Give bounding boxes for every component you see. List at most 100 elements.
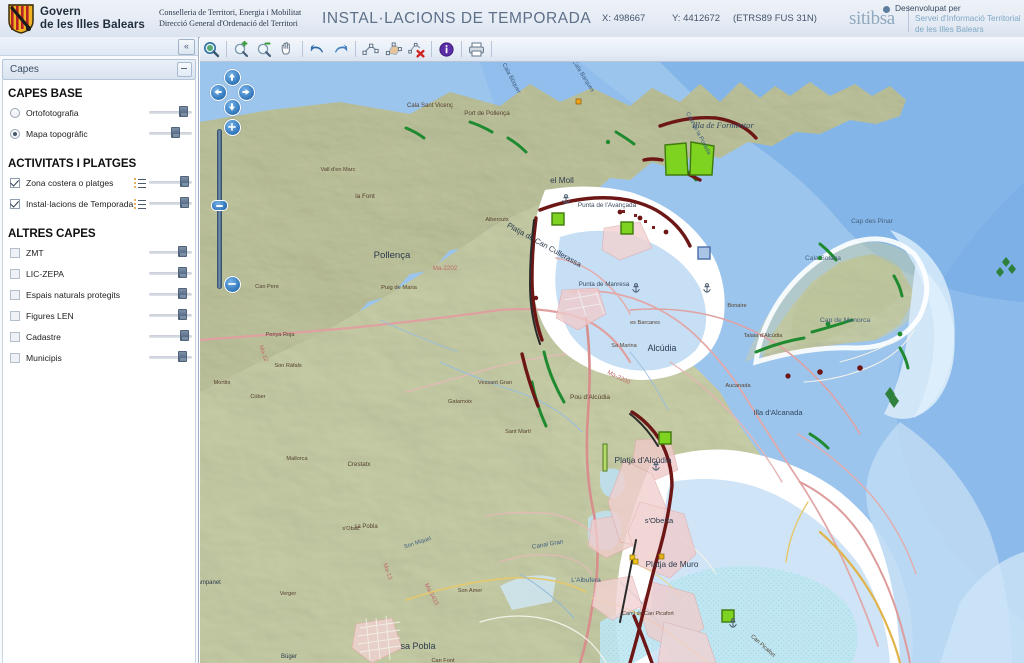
minimize-panel-button[interactable] (177, 62, 192, 77)
map-render: Illa de Formentor el Moll Punta de l'Avanç… (200, 62, 1024, 663)
layer-checkbox[interactable] (10, 352, 20, 363)
measure-distance-icon[interactable] (359, 38, 382, 60)
zoom-full-extent-button[interactable] (224, 119, 241, 136)
opacity-slider-handle[interactable] (179, 106, 188, 117)
legend-icon[interactable] (134, 199, 146, 209)
zoom-slider-handle[interactable] (211, 200, 228, 211)
layer-row[interactable]: Mapa topogràfic (3, 123, 195, 144)
opacity-slider[interactable] (149, 351, 192, 362)
layer-row[interactable]: Figures LEN (3, 305, 195, 326)
print-icon[interactable] (465, 38, 488, 60)
layer-label: Municipis (26, 352, 62, 363)
layer-checkbox[interactable] (10, 289, 20, 300)
layer-checkbox[interactable] (10, 331, 20, 342)
map-label: Sa Marina (611, 343, 637, 349)
map-label: s'Obac (342, 526, 359, 532)
map-label: Ma-2202 (433, 265, 458, 272)
layer-row[interactable]: Municipis (3, 347, 195, 368)
layers-list: CAPES BASE Ortofotografia Mapa topogràfic A… (2, 80, 196, 663)
layer-row[interactable]: ZMT (3, 242, 195, 263)
layer-radio[interactable] (10, 107, 20, 118)
conselleria-block: Conselleria de Territori, Energia i Mobi… (159, 8, 301, 29)
pan-hand-icon[interactable] (276, 38, 299, 60)
map-label: es Barcares (630, 320, 660, 326)
map-canvas[interactable]: Illa de Formentor el Moll Punta de l'Avanç… (200, 62, 1024, 663)
layer-checkbox[interactable] (10, 268, 20, 279)
opacity-slider[interactable] (149, 176, 192, 187)
toolbar-divider (461, 41, 462, 57)
map-label: Cala Solana (805, 255, 841, 262)
layers-sidebar: « Capes CAPES BASE Ortofotografia Mapa top… (0, 37, 199, 663)
opacity-slider[interactable] (149, 330, 192, 341)
zoom-in-icon[interactable] (230, 38, 253, 60)
zoom-search-icon[interactable] (200, 38, 223, 60)
layer-row[interactable]: Espais naturals protegits (3, 284, 195, 305)
toolbar-divider (431, 41, 432, 57)
map-label: Albercutx (485, 217, 509, 223)
opacity-slider-handle[interactable] (171, 127, 180, 138)
opacity-slider-handle[interactable] (178, 267, 187, 278)
opacity-slider-handle[interactable] (178, 288, 187, 299)
layer-label: Ortofotografia (26, 107, 79, 118)
opacity-slider-handle[interactable] (180, 176, 189, 187)
opacity-slider-handle[interactable] (178, 246, 187, 257)
map-label: Mallorca (286, 456, 308, 462)
map-label: la Font (355, 193, 375, 200)
sitibsa-logo[interactable]: sitibsa (849, 6, 895, 30)
opacity-slider[interactable] (149, 197, 192, 208)
conselleria-line-1: Conselleria de Territori, Energia i Mobi… (158, 8, 302, 18)
installation-marker[interactable] (620, 221, 634, 235)
redo-arrow-icon[interactable] (329, 38, 352, 60)
map-label: Illa de Formentor (691, 120, 754, 130)
clear-measure-icon[interactable] (405, 38, 428, 60)
map-label: Cap des Pinar (851, 218, 894, 225)
installation-marker[interactable] (551, 212, 565, 226)
govern-line-2: de les Illes Balears (40, 18, 145, 31)
opacity-slider[interactable] (149, 127, 192, 138)
map-toolbar (200, 37, 1024, 62)
opacity-slider[interactable] (149, 106, 192, 117)
pan-left-button[interactable] (210, 84, 227, 101)
layer-checkbox[interactable] (10, 247, 20, 258)
installation-marker[interactable] (697, 246, 711, 260)
map-label: Illa d'Alcanada (753, 408, 803, 417)
opacity-slider-handle[interactable] (178, 351, 187, 362)
layer-row[interactable]: LIC-ZEPA (3, 263, 195, 284)
page-title: INSTAL·LACIONS DE TEMPORADA (322, 10, 592, 27)
layer-row[interactable]: Zona costera o platges (3, 172, 195, 193)
layer-checkbox[interactable] (10, 177, 20, 188)
layer-row[interactable]: Cadastre (3, 326, 195, 347)
pan-right-button[interactable] (238, 84, 255, 101)
layer-checkbox[interactable] (10, 198, 20, 209)
capes-panel-header: Capes (2, 59, 196, 80)
map-label: s'Oberta (645, 516, 674, 525)
measure-area-icon[interactable] (382, 38, 405, 60)
layer-row[interactable]: Ortofotografia (3, 102, 195, 123)
opacity-slider[interactable] (149, 267, 192, 278)
zoom-out-icon[interactable] (253, 38, 276, 60)
zoom-out-button[interactable] (224, 276, 241, 293)
pan-down-button[interactable] (224, 99, 241, 116)
opacity-slider[interactable] (149, 288, 192, 299)
map-label: Vall d'en Marc (321, 167, 356, 173)
layer-checkbox[interactable] (10, 310, 20, 321)
undo-arrow-icon[interactable] (306, 38, 329, 60)
installation-marker[interactable] (658, 431, 672, 445)
pan-up-button[interactable] (224, 69, 241, 86)
layer-radio[interactable] (10, 128, 20, 139)
opacity-slider[interactable] (149, 246, 192, 257)
map-label: Crestatx (347, 461, 371, 468)
layer-group-title: CAPES BASE (8, 87, 83, 100)
info-icon[interactable] (435, 38, 458, 60)
opacity-slider-handle[interactable] (178, 309, 187, 320)
layer-label: ZMT (26, 247, 44, 258)
layer-row[interactable]: Instal·lacions de Temporada (3, 193, 195, 214)
opacity-slider-handle[interactable] (180, 197, 189, 208)
layer-label: Instal·lacions de Temporada (26, 198, 134, 209)
installation-marker[interactable] (721, 609, 735, 623)
legend-icon[interactable] (134, 178, 146, 188)
opacity-slider-handle[interactable] (180, 330, 189, 341)
opacity-slider[interactable] (149, 309, 192, 320)
collapse-sidebar-button[interactable]: « (178, 39, 195, 55)
toolbar-divider (355, 41, 356, 57)
